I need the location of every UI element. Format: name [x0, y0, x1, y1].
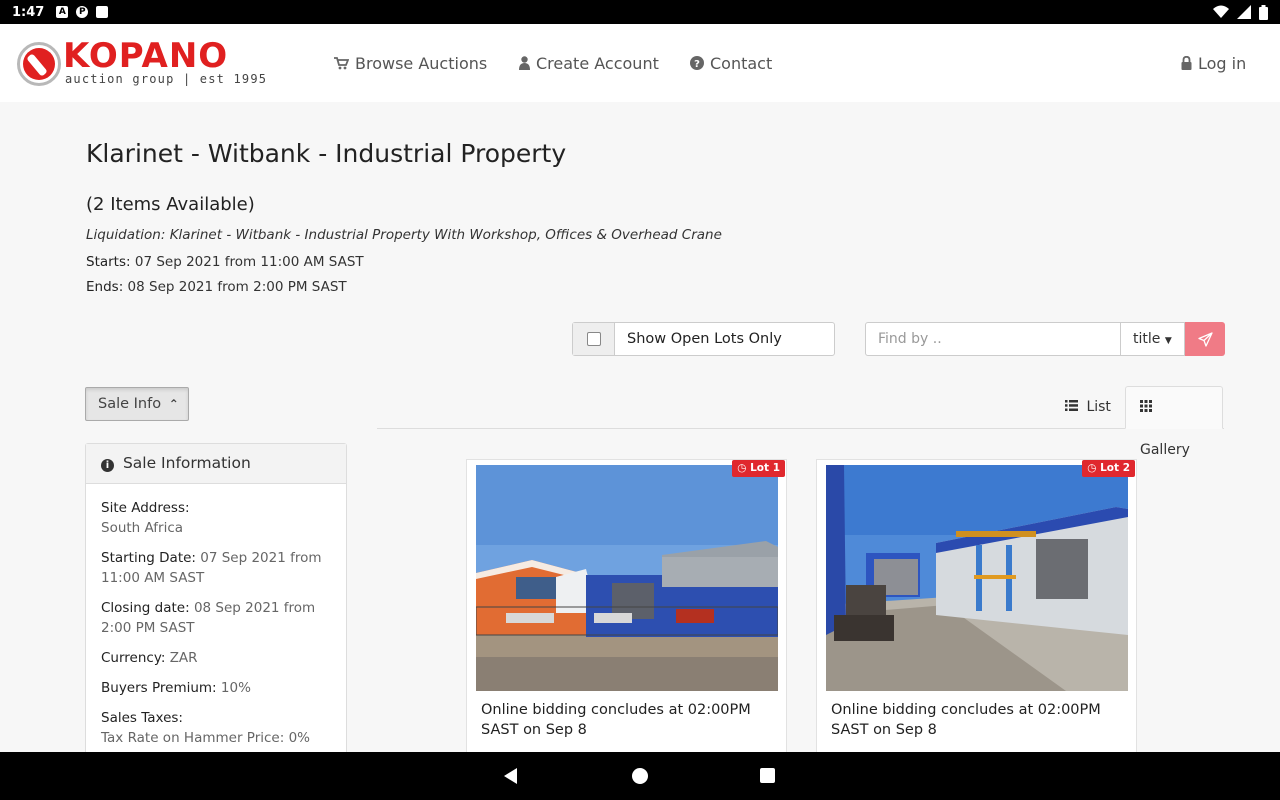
lot-card[interactable]: ◷ Lot 1 Online bidding concludes at 02:0… [466, 459, 787, 759]
items-available: (2 Items Available) [86, 194, 255, 215]
search-field-value: title [1133, 331, 1161, 347]
open-lots-checkbox[interactable] [586, 332, 601, 346]
info-key: Buyers Premium: [101, 680, 217, 696]
nav-create-account[interactable]: Create Account [519, 24, 659, 102]
starts-value: 07 Sep 2021 from 11:00 AM SAST [134, 254, 364, 270]
signal-icon [1237, 5, 1251, 19]
clock-icon: ◷ [1087, 462, 1097, 474]
search-group: Find by .. title ▼ [865, 322, 1225, 356]
info-value: ZAR [169, 650, 198, 666]
info-value: South Africa [101, 520, 184, 536]
logo-mark-icon [17, 42, 61, 86]
shopping-cart-icon [334, 56, 349, 69]
lot-badge: ◷ Lot 1 [732, 460, 785, 477]
grid-icon [1140, 400, 1152, 412]
view-tabs: List Gallery [377, 386, 1224, 458]
sale-info-toggle-label: Sale Info [98, 396, 162, 412]
a-icon: A [56, 6, 69, 18]
site-header: KOPANO auction group | est 1995 Browse A… [0, 24, 1280, 102]
wifi-icon [1213, 5, 1229, 18]
starts-label: Starts: [86, 254, 131, 270]
nav-contact[interactable]: ? Contact [690, 24, 772, 102]
auction-starts: Starts: 07 Sep 2021 from 11:00 AM SAST [86, 254, 364, 270]
ends-label: Ends: [86, 279, 124, 295]
nav-browse-label: Browse Auctions [355, 53, 488, 73]
lot-card[interactable]: ◷ Lot 2 Online bidding concludes at 02:0… [816, 459, 1137, 759]
status-time: 1:47 [12, 4, 45, 20]
recents-icon[interactable] [760, 768, 775, 783]
info-key: Starting Date: [101, 550, 196, 566]
info-row-starting-date: Starting Date: 07 Sep 2021 from 11:00 AM… [101, 548, 331, 588]
page-title: Klarinet - Witbank - Industrial Property [86, 139, 567, 168]
paper-plane-icon [1197, 331, 1213, 347]
info-circle-icon: i [101, 459, 114, 472]
question-circle-icon: ? [690, 56, 704, 70]
user-icon [519, 56, 530, 70]
sale-information-title: Sale Information [122, 454, 251, 472]
lot-photo-building [476, 465, 778, 691]
tab-list-label: List [1086, 399, 1111, 415]
sale-info-toggle-button[interactable]: Sale Info ⌃ [85, 387, 189, 421]
info-key: Closing date: [101, 600, 190, 616]
sale-information-body: Site Address: South Africa Starting Date… [86, 484, 346, 748]
chevron-up-icon: ⌃ [168, 397, 179, 411]
nav-contact-label: Contact [710, 53, 773, 73]
lot-badge-label: Lot 2 [1100, 462, 1130, 474]
clock-icon: ◷ [737, 462, 747, 474]
info-key: Sales Taxes: [101, 710, 183, 726]
search-submit-button[interactable] [1185, 322, 1225, 356]
info-value: Tax Rate on Hammer Price: 0% [101, 730, 310, 746]
nav-login[interactable]: Log in [1181, 24, 1246, 102]
tab-list[interactable]: List [1051, 386, 1125, 429]
open-lots-filter: Show Open Lots Only [572, 322, 835, 356]
nav-browse-auctions[interactable]: Browse Auctions [334, 24, 487, 102]
info-row-site-address: Site Address: South Africa [101, 498, 331, 538]
open-lots-checkbox-wrap[interactable] [573, 323, 615, 355]
lot-badge-label: Lot 1 [750, 462, 780, 474]
status-bar: 1:47 A P [0, 0, 1280, 24]
lot-badge: ◷ Lot 2 [1082, 460, 1135, 477]
system-navigation-bar [0, 752, 1280, 800]
battery-icon [1259, 4, 1268, 20]
nav-create-label: Create Account [536, 53, 659, 73]
sale-information-heading: i Sale Information [86, 444, 346, 484]
ends-value: 08 Sep 2021 from 2:00 PM SAST [127, 279, 347, 295]
caret-down-icon: ▼ [1164, 336, 1172, 346]
logo-word: KOPANO [63, 36, 229, 76]
search-input[interactable]: Find by .. [865, 322, 1121, 356]
lot-photo[interactable] [826, 465, 1128, 691]
info-row-sales-taxes: Sales Taxes: Tax Rate on Hammer Price: 0… [101, 708, 331, 748]
info-row-buyers-premium: Buyers Premium: 10% [101, 678, 331, 698]
nav-login-label: Log in [1198, 53, 1247, 73]
list-icon [1065, 400, 1078, 411]
sd-card-icon [96, 6, 109, 18]
logo-tagline: auction group | est 1995 [65, 72, 268, 86]
lot-photo-workshop [826, 465, 1128, 691]
info-key: Site Address: [101, 500, 190, 516]
notification-icon: P [76, 6, 89, 18]
back-icon[interactable] [504, 768, 517, 784]
lot-caption: Online bidding concludes at 02:00PM SAST… [831, 702, 1101, 738]
info-row-closing-date: Closing date: 08 Sep 2021 from 2:00 PM S… [101, 598, 331, 638]
lot-caption: Online bidding concludes at 02:00PM SAST… [481, 702, 751, 738]
sale-information-panel: i Sale Information Site Address: South A… [85, 443, 347, 763]
svg-text:?: ? [694, 59, 700, 70]
info-key: Currency: [101, 650, 166, 666]
lock-icon [1181, 56, 1192, 70]
info-row-currency: Currency: ZAR [101, 648, 331, 668]
search-field-dropdown[interactable]: title ▼ [1121, 322, 1185, 356]
auction-ends: Ends: 08 Sep 2021 from 2:00 PM SAST [86, 279, 347, 295]
kopano-logo[interactable]: KOPANO auction group | est 1995 [17, 36, 289, 88]
auction-description: Liquidation: Klarinet - Witbank - Indust… [86, 227, 722, 243]
open-lots-label[interactable]: Show Open Lots Only [615, 323, 782, 355]
tab-gallery-label: Gallery [1140, 442, 1190, 458]
tab-gallery[interactable]: Gallery [1125, 386, 1223, 458]
info-value: 10% [220, 680, 251, 696]
home-icon[interactable] [632, 768, 648, 784]
lot-photo[interactable] [476, 465, 778, 691]
